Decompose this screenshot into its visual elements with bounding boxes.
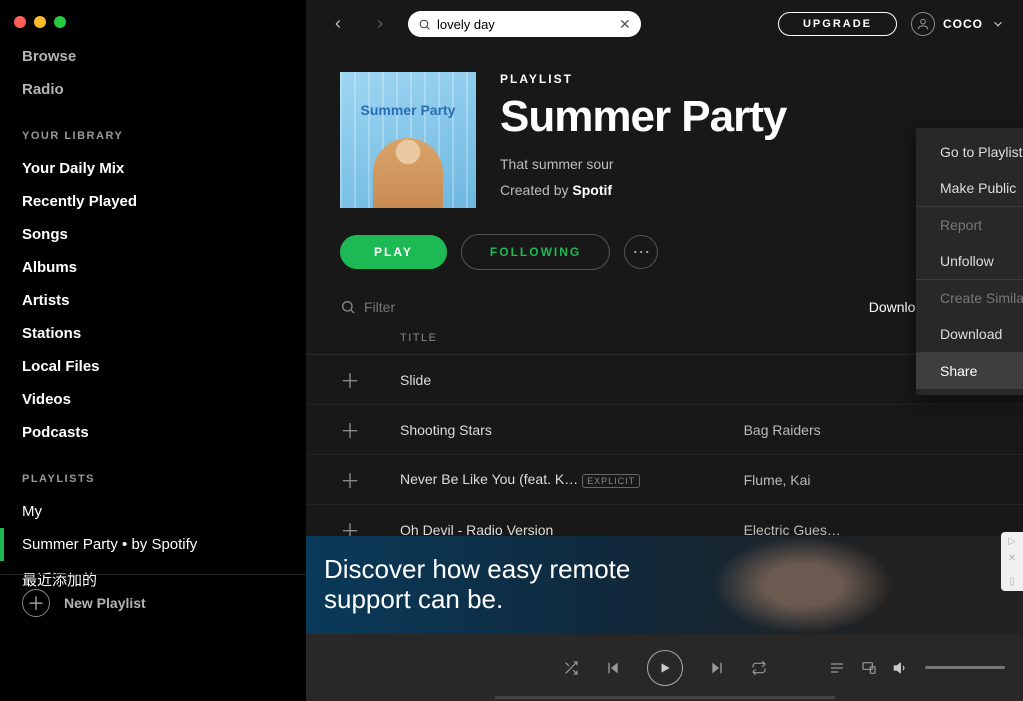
devices-button[interactable] — [861, 660, 877, 676]
shuffle-button[interactable] — [563, 660, 579, 676]
add-track-icon[interactable]: ＋ — [340, 465, 400, 494]
volume-slider[interactable] — [925, 666, 1005, 669]
lib-artists[interactable]: Artists — [22, 284, 274, 317]
chevron-down-icon — [991, 17, 1005, 31]
track-artist[interactable]: Bag Raiders — [744, 422, 989, 438]
plus-icon: ＋ — [22, 589, 50, 617]
ctx-label: Go to Playlist Radio — [940, 144, 1023, 160]
add-track-icon[interactable]: ＋ — [340, 365, 400, 394]
ad-line2: support can be. — [324, 585, 630, 615]
explicit-badge: EXPLICIT — [582, 474, 640, 488]
progress-bar[interactable] — [495, 696, 835, 699]
lib-videos[interactable]: Videos — [22, 383, 274, 416]
track-artist[interactable]: Flume, Kai — [744, 472, 989, 488]
track-row[interactable]: ＋ Never Be Like You (feat. K… EXPLICIT F… — [306, 455, 1023, 505]
track-title: Never Be Like You (feat. K… EXPLICIT — [400, 471, 744, 488]
filter-input[interactable] — [364, 299, 545, 315]
ctx-label: Share — [940, 363, 977, 379]
upgrade-button[interactable]: UPGRADE — [778, 12, 897, 36]
playlist-creator: Created by Spotif — [500, 182, 786, 198]
search-input[interactable] — [437, 17, 613, 32]
ctx-share[interactable]: Share — [916, 353, 1023, 389]
lib-recently-played[interactable]: Recently Played — [22, 185, 274, 218]
nav-radio[interactable]: Radio — [22, 73, 274, 106]
context-menu: Go to Playlist Radio Make Public Report Unf… — [916, 128, 1023, 395]
volume-button[interactable] — [893, 660, 909, 676]
art-caption: Summer Party — [340, 102, 476, 118]
library-list: Your Daily Mix Recently Played Songs Alb… — [22, 152, 274, 449]
ctx-label: Create Similar Playlist — [940, 290, 1023, 306]
main-area: ✕ UPGRADE COCO Summer Party PLAYLIST Sum… — [306, 0, 1023, 701]
adchoice-badge[interactable]: ▷✕▯ — [1001, 532, 1023, 591]
clear-search-icon[interactable]: ✕ — [619, 16, 631, 33]
queue-button[interactable] — [829, 660, 845, 676]
content-kind-label: PLAYLIST — [500, 72, 786, 86]
sidebar: Browse Radio YOUR LIBRARY Your Daily Mix… — [0, 0, 306, 701]
lib-stations[interactable]: Stations — [22, 317, 274, 350]
track-title: Shooting Stars — [400, 422, 744, 438]
playlist-summer-party[interactable]: Summer Party • by Spotify — [22, 528, 274, 561]
ctx-label: Download — [940, 326, 1002, 342]
ad-banner[interactable]: Discover how easy remote support can be. — [306, 536, 1023, 634]
ctx-download[interactable]: Download — [916, 316, 1023, 352]
following-button[interactable]: FOLLOWING — [461, 234, 610, 270]
search-icon — [418, 18, 431, 31]
new-playlist-label: New Playlist — [64, 595, 146, 611]
ctx-unfollow[interactable]: Unfollow — [916, 243, 1023, 279]
player-bar — [306, 634, 1023, 701]
ctx-label: Make Public — [940, 180, 1016, 196]
ctx-report: Report — [916, 207, 1023, 243]
filter-search-icon — [340, 299, 356, 315]
add-track-icon[interactable]: ＋ — [340, 415, 400, 444]
col-title[interactable]: TITLE — [400, 332, 720, 346]
repeat-button[interactable] — [751, 660, 767, 676]
ctx-label: Unfollow — [940, 253, 994, 269]
nav-back-button[interactable] — [324, 10, 352, 38]
ctx-create-similar-playlist: Create Similar Playlist — [916, 280, 1023, 316]
avatar-icon — [911, 12, 935, 36]
playlist-title: Summer Party — [500, 92, 786, 142]
track-row[interactable]: ＋ Shooting Stars Bag Raiders — [306, 405, 1023, 455]
main-nav: Browse Radio — [22, 40, 274, 106]
ad-line1: Discover how easy remote — [324, 555, 630, 585]
minimize-window-icon[interactable] — [34, 16, 46, 28]
nav-browse[interactable]: Browse — [22, 40, 274, 73]
new-playlist-button[interactable]: ＋ New Playlist — [0, 574, 306, 631]
maximize-window-icon[interactable] — [54, 16, 66, 28]
track-title: Slide — [400, 372, 744, 388]
prev-track-button[interactable] — [605, 660, 621, 676]
search-box[interactable]: ✕ — [408, 11, 641, 37]
lib-daily-mix[interactable]: Your Daily Mix — [22, 152, 274, 185]
playlists-heading: PLAYLISTS — [22, 473, 274, 485]
ctx-label: Report — [940, 217, 982, 233]
lib-local-files[interactable]: Local Files — [22, 350, 274, 383]
play-button[interactable]: PLAY — [340, 235, 447, 269]
user-name: COCO — [943, 17, 983, 31]
playlist-description: That summer sour — [500, 156, 786, 172]
playlist-my[interactable]: My — [22, 495, 274, 528]
ctx-make-public[interactable]: Make Public — [916, 170, 1023, 206]
more-options-button[interactable]: ⋯ — [624, 235, 658, 269]
user-menu[interactable]: COCO — [911, 12, 1005, 36]
playlist-art[interactable]: Summer Party — [340, 72, 476, 208]
close-window-icon[interactable] — [14, 16, 26, 28]
lib-albums[interactable]: Albums — [22, 251, 274, 284]
lib-podcasts[interactable]: Podcasts — [22, 416, 274, 449]
play-pause-button[interactable] — [647, 650, 683, 686]
library-heading: YOUR LIBRARY — [22, 130, 274, 142]
top-bar: ✕ UPGRADE COCO — [306, 0, 1023, 48]
lib-songs[interactable]: Songs — [22, 218, 274, 251]
nav-forward-button[interactable] — [366, 10, 394, 38]
next-track-button[interactable] — [709, 660, 725, 676]
ctx-go-to-playlist-radio[interactable]: Go to Playlist Radio — [916, 134, 1023, 170]
